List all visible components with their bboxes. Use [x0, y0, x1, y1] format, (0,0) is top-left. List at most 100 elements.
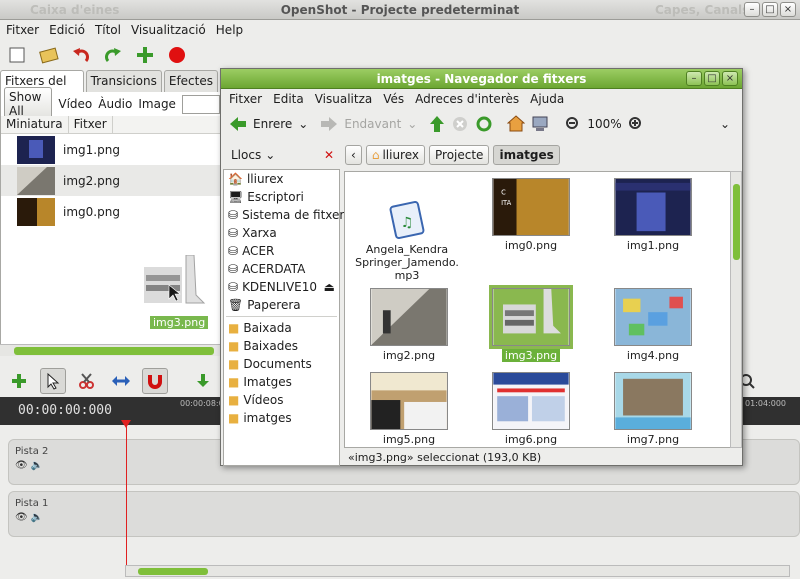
browser-window-title: imatges - Navegador de fitxers — [376, 72, 587, 86]
file-item[interactable]: img7.png — [595, 372, 711, 446]
record-icon[interactable] — [166, 44, 188, 66]
snap-magnet-icon[interactable] — [142, 368, 168, 394]
files-hscrollbar[interactable] — [0, 344, 220, 356]
new-project-icon[interactable] — [6, 44, 28, 66]
razor-tool-icon[interactable] — [74, 368, 100, 394]
add-files-icon[interactable] — [134, 44, 156, 66]
sidebar-item-network[interactable]: ⛁ Xarxa — [224, 224, 339, 242]
maximize-button[interactable]: □ — [762, 2, 778, 17]
breadcrumb-imatges[interactable]: imatges — [493, 145, 560, 165]
browser-menu-ves[interactable]: Vés — [383, 92, 404, 106]
folder-icon: ■ — [228, 411, 240, 425]
sidebar-item-filesystem[interactable]: ⛁ Sistema de fitxers — [224, 206, 351, 224]
sidebar-item-label: Documents — [243, 357, 312, 371]
sidebar-item-acerdata[interactable]: ⛁ ACERDATA — [224, 260, 339, 278]
sidebar-bookmark-imatges[interactable]: ■ Imatges — [224, 373, 339, 391]
select-tool-icon[interactable] — [40, 368, 66, 394]
open-project-icon[interactable] — [38, 44, 60, 66]
filter-search-input[interactable] — [181, 94, 220, 114]
browser-menu-visualitza[interactable]: Visualitza — [315, 92, 373, 106]
file-grid-vscrollbar[interactable] — [730, 171, 742, 448]
minimize-button[interactable]: – — [744, 2, 760, 17]
sidebar-item-label: Escriptori — [247, 190, 304, 204]
places-dropdown[interactable]: Llocs — [231, 148, 261, 162]
browser-menu-ajuda[interactable]: Ajuda — [530, 92, 564, 106]
sidebar-item-lliurex[interactable]: 🏠 lliurex — [224, 170, 339, 188]
toolbar-overflow-icon[interactable]: ⌄ — [720, 117, 730, 131]
sidebar-bookmark-imatges-2[interactable]: ■ imatges — [224, 409, 339, 427]
file-item[interactable]: img5.png — [351, 372, 467, 446]
menu-fitxer[interactable]: Fitxer — [6, 23, 39, 37]
sidebar-bookmark-baixada[interactable]: ■ Baixada — [224, 319, 339, 337]
tab-transitions[interactable]: Transicions — [85, 70, 162, 92]
undo-icon[interactable] — [70, 44, 92, 66]
menu-visualitzacio[interactable]: Visualització — [131, 23, 206, 37]
menu-edicio[interactable]: Edició — [49, 23, 85, 37]
close-sidebar-icon[interactable]: ✕ — [324, 148, 334, 162]
browser-menu-fitxer[interactable]: Fitxer — [229, 92, 262, 106]
ruler-tick-label: 01:04:000 — [745, 399, 787, 408]
filter-audio[interactable]: Àudio — [98, 97, 132, 111]
redo-icon[interactable] — [102, 44, 124, 66]
timeline-hscrollbar[interactable] — [125, 565, 790, 577]
browser-menu-edita[interactable]: Edita — [273, 92, 304, 106]
browser-close-button[interactable]: × — [722, 71, 738, 86]
list-item[interactable]: img2.png — [1, 165, 220, 196]
breadcrumb-lliurex[interactable]: ⌂ lliurex — [365, 145, 425, 165]
add-track-icon[interactable] — [6, 368, 32, 394]
track-visibility-audio-icons[interactable]: 👁 🔈 — [15, 460, 43, 471]
chevron-down-icon[interactable]: ⌄ — [265, 148, 275, 162]
sidebar-item-label: ACERDATA — [242, 262, 306, 276]
browser-menu-bookmarks[interactable]: Adreces d'interès — [415, 92, 519, 106]
thumbnail-img2 — [370, 288, 448, 346]
playhead-handle[interactable] — [121, 420, 131, 428]
file-item[interactable]: ♫ Angela_Kendra Springer_Jamendo. mp3 — [349, 200, 465, 282]
browser-minimize-button[interactable]: – — [686, 71, 702, 86]
up-arrow-icon[interactable] — [429, 115, 445, 133]
list-item[interactable]: img0.png — [1, 196, 220, 227]
sidebar-item-acer[interactable]: ⛁ ACER — [224, 242, 339, 260]
column-thumbnail[interactable]: Miniatura — [1, 116, 69, 133]
file-item[interactable]: img4.png — [595, 288, 711, 362]
track-visibility-audio-icons[interactable]: 👁 🔈 — [15, 512, 43, 523]
menu-help[interactable]: Help — [216, 23, 243, 37]
back-button[interactable]: Enrere — [253, 117, 292, 131]
sidebar-bookmark-documents[interactable]: ■ Documents — [224, 355, 339, 373]
file-item[interactable]: img6.png — [473, 372, 589, 446]
sidebar-bookmark-baixades[interactable]: ■ Baixades — [224, 337, 339, 355]
ghost-window-title-right: Capes, Canals — [655, 3, 750, 17]
file-item-selected[interactable]: img3.png — [473, 285, 589, 362]
computer-icon[interactable] — [531, 115, 549, 133]
back-dropdown-icon[interactable]: ⌄ — [298, 117, 308, 131]
sidebar-item-escriptori[interactable]: 🖥 Escriptori — [224, 188, 339, 206]
back-arrow-icon[interactable] — [229, 116, 247, 132]
sidebar-item-trash[interactable]: 🗑 Paperera — [224, 296, 339, 314]
menu-titol[interactable]: Títol — [95, 23, 121, 37]
eject-icon[interactable]: ⏏ — [324, 280, 335, 294]
browser-maximize-button[interactable]: □ — [704, 71, 720, 86]
reload-icon[interactable] — [475, 115, 493, 133]
close-button[interactable]: × — [780, 2, 796, 17]
track-name: Pista 1 — [15, 498, 49, 509]
drag-label: img3.png — [150, 316, 209, 329]
add-marker-icon[interactable] — [190, 368, 216, 394]
filter-video[interactable]: Vídeo — [58, 97, 92, 111]
home-icon[interactable] — [507, 115, 526, 133]
list-item[interactable]: img1.png — [1, 134, 220, 165]
sidebar-bookmark-videos[interactable]: ■ Vídeos — [224, 391, 339, 409]
playhead[interactable] — [126, 425, 127, 565]
file-item[interactable]: img1.png — [595, 178, 711, 252]
zoom-out-icon[interactable] — [565, 116, 581, 132]
file-item[interactable]: img2.png — [351, 288, 467, 362]
breadcrumb-back-button[interactable]: ‹ — [345, 145, 362, 165]
column-file[interactable]: Fitxer — [69, 116, 113, 133]
file-item[interactable]: C ITA img0.png — [473, 178, 589, 252]
resize-tool-icon[interactable] — [108, 368, 134, 394]
filter-image[interactable]: Image — [138, 97, 176, 111]
drive-icon: ⛁ — [228, 280, 239, 294]
breadcrumb-projecte[interactable]: Projecte — [429, 145, 490, 165]
zoom-in-icon[interactable] — [628, 116, 644, 132]
tab-effects[interactable]: Efectes — [163, 70, 218, 92]
folder-icon: ■ — [228, 357, 240, 371]
sidebar-item-kdenlive10[interactable]: ⛁ KDENLIVE10 ⏏ — [224, 278, 339, 296]
